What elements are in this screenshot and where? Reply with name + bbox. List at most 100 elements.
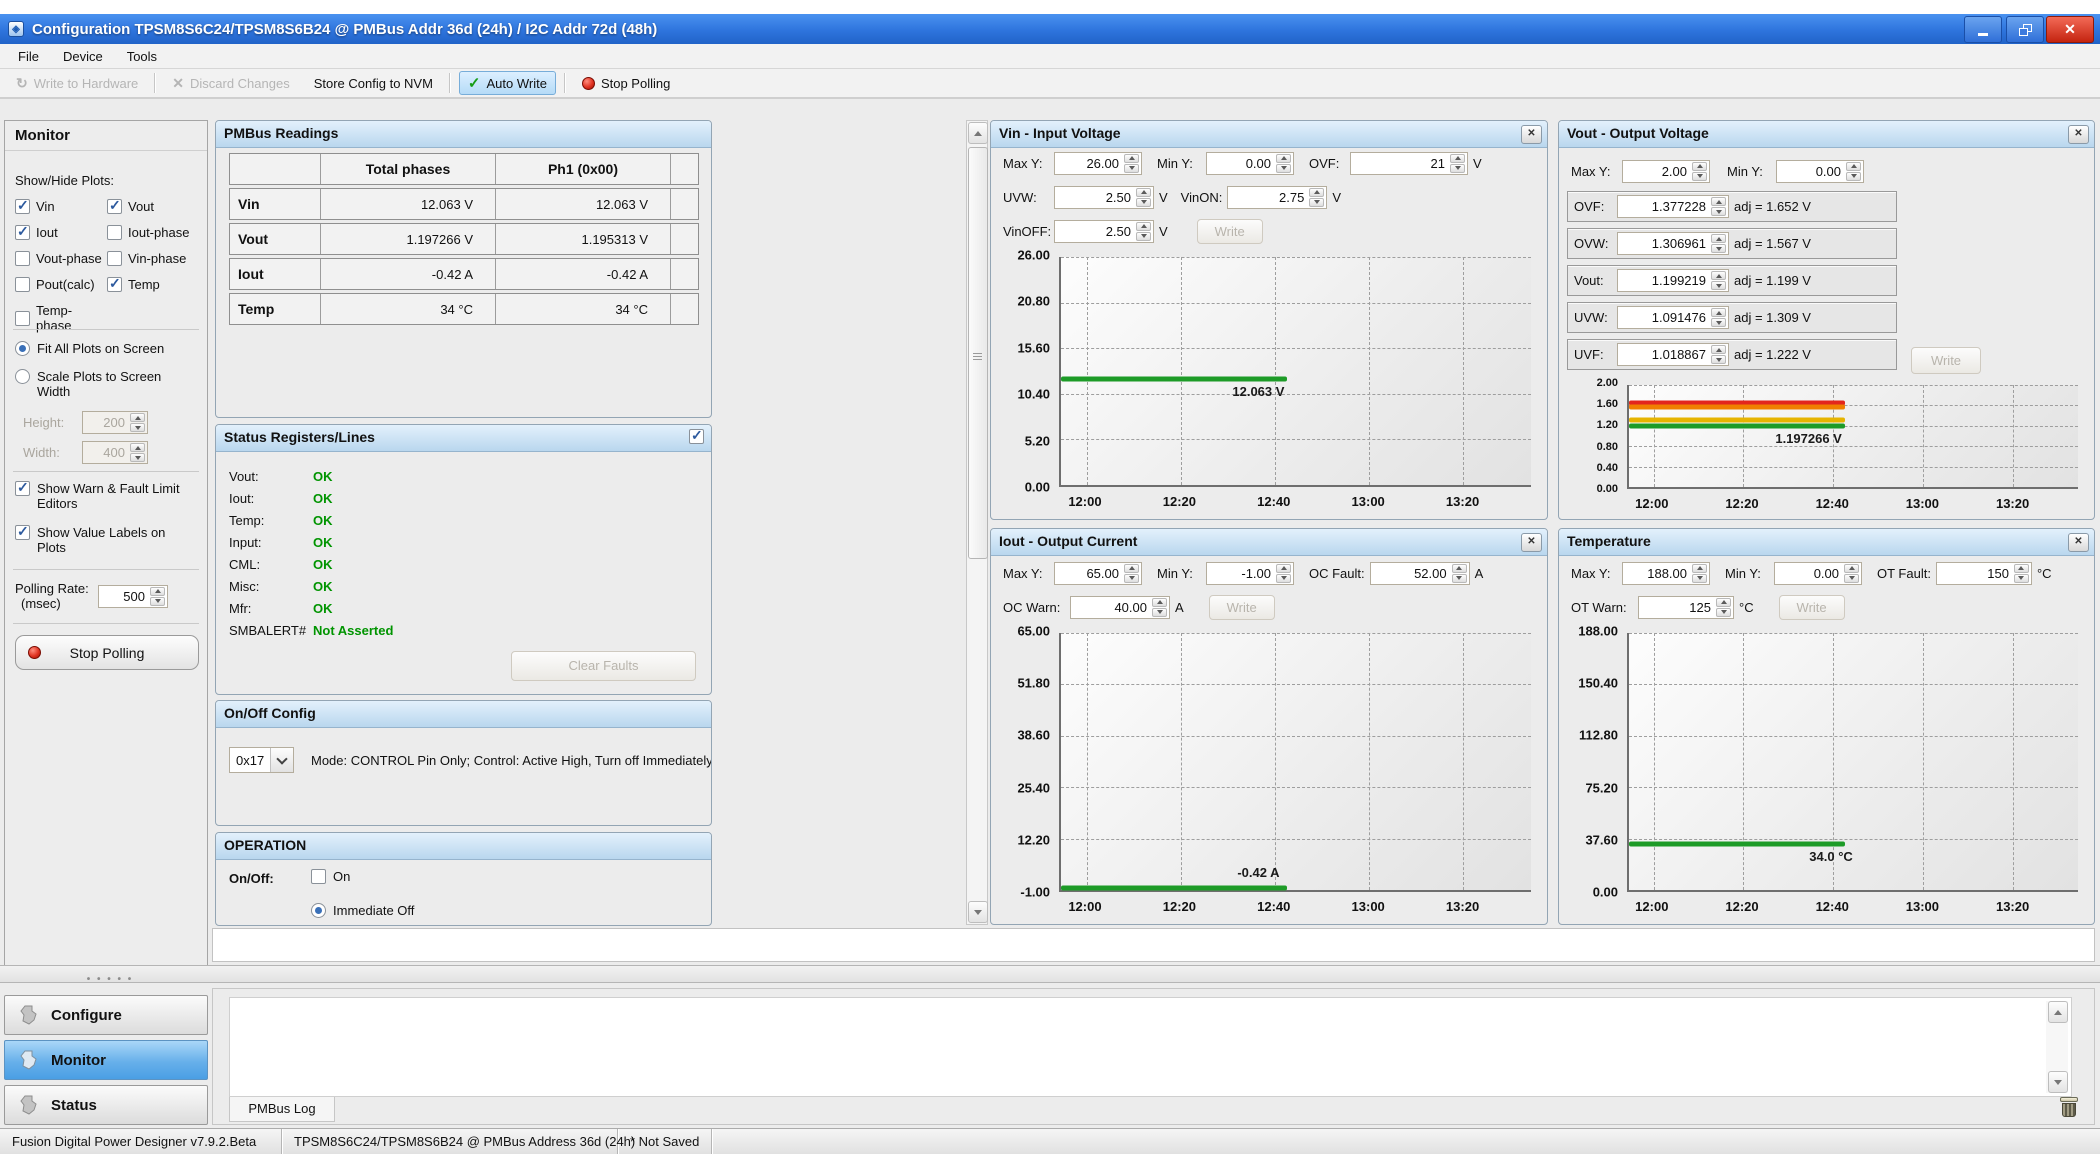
spin-down-icon[interactable] [150,596,165,606]
spin-down-icon[interactable] [1844,573,1859,583]
checkbox-icon[interactable] [15,223,30,240]
scale-plots-radio[interactable]: Scale Plots to Screen Width [15,369,195,399]
middle-column-scrollbar[interactable] [966,120,988,925]
scroll-up-button[interactable] [968,122,988,144]
spin-down-icon[interactable] [1276,163,1291,173]
vin-off-field[interactable]: 2.50 [1054,219,1154,243]
spin-up-icon[interactable] [1692,563,1707,573]
close-plot-icon[interactable] [1521,533,1542,552]
spinner-buttons[interactable] [1309,187,1325,207]
spin-down-icon[interactable] [1711,244,1726,253]
polling-rate-field[interactable]: 500 [98,584,168,608]
show-warn-checkbox[interactable]: Show Warn & Fault Limit Editors [15,479,197,511]
plot-toggle-vin-phase[interactable]: Vin-phase [107,251,205,266]
nav-status[interactable]: Status [4,1085,208,1125]
spin-up-icon[interactable] [1711,197,1726,206]
pmbus-log-output[interactable] [229,997,2072,1097]
fit-all-plots-radio[interactable]: Fit All Plots on Screen [15,341,164,356]
spinner-buttons[interactable] [1692,563,1707,583]
plot-toggle-pout-calc[interactable]: Pout(calc) [15,277,107,292]
spin-down-icon[interactable] [2013,573,2029,583]
temp-max-y-field[interactable]: 188.00 [1622,561,1710,585]
spin-up-icon[interactable] [1152,597,1167,607]
spin-down-icon[interactable] [1711,281,1726,290]
checkbox-icon[interactable] [15,197,30,214]
spinner-buttons[interactable] [1711,197,1726,216]
spin-down-icon[interactable] [1136,231,1151,241]
iout-oc-fault-field[interactable]: 52.00 [1369,561,1470,585]
checkbox-icon[interactable] [15,251,30,266]
restore-button[interactable] [2006,16,2044,43]
spin-down-icon[interactable] [1451,573,1467,583]
spinner-buttons[interactable] [1711,234,1726,253]
checkbox-icon[interactable] [15,523,30,540]
spin-up-icon[interactable] [1450,153,1465,163]
spin-down-icon[interactable] [1152,607,1167,617]
spinner-buttons[interactable] [1844,563,1859,583]
spin-up-icon[interactable] [1692,161,1707,171]
checkbox-icon[interactable] [311,869,326,884]
spinner-buttons[interactable] [2013,563,2029,583]
close-button[interactable] [2046,16,2094,43]
spin-up-icon[interactable] [1276,563,1291,573]
checkbox-icon[interactable] [107,197,122,214]
temp-write-button[interactable]: Write [1778,594,1845,620]
spin-up-icon[interactable] [1309,187,1325,197]
discard-changes-button[interactable]: ✕ Discard Changes [164,71,297,95]
spin-down-icon[interactable] [1124,573,1139,583]
spin-down-icon[interactable] [1711,207,1726,216]
menu-file[interactable]: File [6,46,51,67]
spinner-buttons[interactable] [1711,271,1726,290]
checkbox-icon[interactable] [107,275,122,292]
spinner-buttons[interactable] [1716,597,1731,617]
vin-on-field[interactable]: 2.75 [1227,185,1328,209]
spinner-buttons[interactable] [1124,563,1139,583]
temp-min-y-field[interactable]: 0.00 [1774,561,1862,585]
spin-down-icon[interactable] [130,423,145,432]
spin-down-icon[interactable] [1124,163,1139,173]
checkbox-icon[interactable] [15,277,30,292]
menu-tools[interactable]: Tools [115,46,169,67]
vin-ovf-field[interactable]: 21 [1350,151,1468,175]
spinner-buttons[interactable] [1136,187,1151,207]
spinner-buttons[interactable] [1692,161,1707,181]
horizontal-splitter[interactable] [0,965,2100,983]
iout-write-button[interactable]: Write [1208,594,1275,620]
limit-field[interactable]: 1.091476 [1617,306,1729,329]
limit-field[interactable]: 1.306961 [1617,232,1729,255]
trash-icon[interactable] [2060,1097,2078,1119]
spin-down-icon[interactable] [1450,163,1465,173]
spin-down-icon[interactable] [1692,573,1707,583]
iout-max-y-field[interactable]: 65.00 [1054,561,1142,585]
spin-up-icon[interactable] [1136,221,1151,231]
spin-up-icon[interactable] [1711,345,1726,354]
spin-up-icon[interactable] [2013,563,2029,573]
spin-up-icon[interactable] [1136,187,1151,197]
checkbox-icon[interactable] [15,479,30,496]
spin-down-icon[interactable] [1309,197,1325,207]
plot-toggle-iout-phase[interactable]: Iout-phase [107,225,205,240]
spinner-buttons[interactable] [1276,153,1291,173]
close-plot-icon[interactable] [1521,125,1542,144]
radio-icon[interactable] [311,903,326,918]
close-plot-icon[interactable] [2068,533,2089,552]
checkbox-icon[interactable] [15,310,30,326]
vin-uvw-field[interactable]: 2.50 [1054,185,1154,209]
vin-min-y-field[interactable]: 0.00 [1206,151,1294,175]
vout-max-y-field[interactable]: 2.00 [1622,159,1710,183]
spin-up-icon[interactable] [1124,153,1139,163]
plot-toggle-vout-phase[interactable]: Vout-phase [15,251,107,266]
plot-toggle-vout[interactable]: Vout [107,197,205,214]
spin-up-icon[interactable] [1124,563,1139,573]
nav-configure[interactable]: Configure [4,995,208,1035]
stop-polling-toolbar-button[interactable]: Stop Polling [574,71,678,95]
stop-polling-button[interactable]: Stop Polling [15,635,199,670]
spinner-buttons[interactable] [1276,563,1291,583]
spin-down-icon[interactable] [1692,171,1707,181]
spin-up-icon[interactable] [130,413,145,422]
spin-down-icon[interactable] [1846,171,1861,181]
close-plot-icon[interactable] [2068,125,2089,144]
store-config-to-nvm-button[interactable]: Store Config to NVM [306,71,441,95]
spinner-buttons[interactable] [1124,153,1139,173]
operation-on-checkbox[interactable]: On [311,869,350,884]
